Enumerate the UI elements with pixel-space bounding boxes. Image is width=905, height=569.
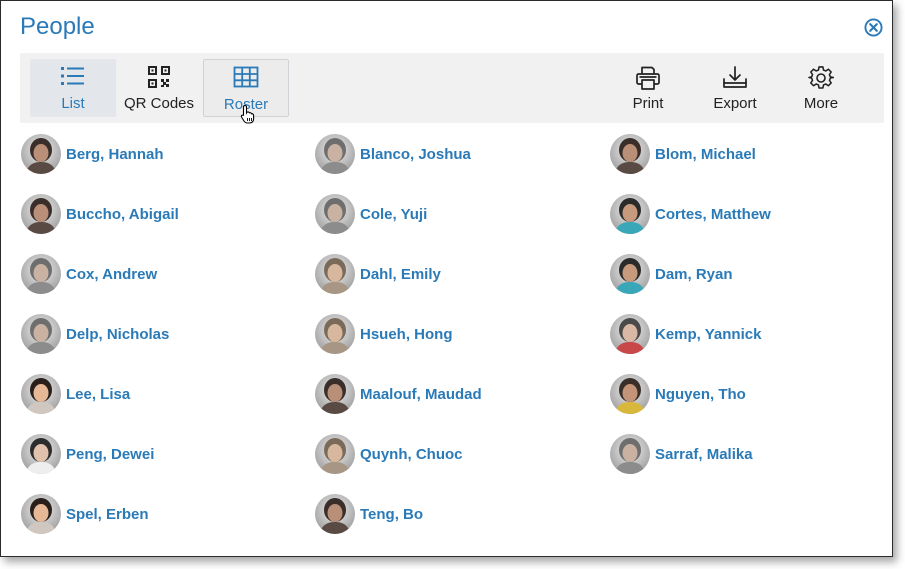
avatar[interactable] xyxy=(315,254,355,294)
avatar[interactable] xyxy=(315,434,355,474)
download-tray-icon xyxy=(723,66,747,88)
person-name-link[interactable]: Delp, Nicholas xyxy=(66,326,169,343)
export-button[interactable]: Export xyxy=(699,59,771,117)
person-name-link[interactable]: Sarraf, Malika xyxy=(655,446,753,463)
person-list-item[interactable]: Cole, Yuji xyxy=(315,194,427,234)
person-name-link[interactable]: Maalouf, Maudad xyxy=(360,386,482,403)
qr-codes-label: QR Codes xyxy=(123,95,195,112)
avatar[interactable] xyxy=(315,494,355,534)
person-name-link[interactable]: Hsueh, Hong xyxy=(360,326,453,343)
person-list-item[interactable]: Kemp, Yannick xyxy=(610,314,761,354)
avatar[interactable] xyxy=(315,194,355,234)
grid-table-icon xyxy=(233,66,259,88)
person-list-item[interactable]: Spel, Erben xyxy=(21,494,149,534)
avatar[interactable] xyxy=(21,314,61,354)
avatar[interactable] xyxy=(21,134,61,174)
person-list-item[interactable]: Blanco, Joshua xyxy=(315,134,471,174)
qr-code-icon xyxy=(148,66,170,88)
list-view-button[interactable]: List xyxy=(30,59,116,117)
person-list-item[interactable]: Buccho, Abigail xyxy=(21,194,179,234)
person-list-item[interactable]: Sarraf, Malika xyxy=(610,434,753,474)
print-button[interactable]: Print xyxy=(612,59,684,117)
toolbar: List QR Codes Roster Print Export More xyxy=(20,53,884,123)
person-list-item[interactable]: Hsueh, Hong xyxy=(315,314,453,354)
person-list-item[interactable]: Blom, Michael xyxy=(610,134,756,174)
qr-codes-button[interactable]: QR Codes xyxy=(120,59,198,117)
avatar[interactable] xyxy=(21,494,61,534)
gear-icon xyxy=(808,66,834,89)
avatar[interactable] xyxy=(315,314,355,354)
person-name-link[interactable]: Spel, Erben xyxy=(66,506,149,523)
printer-icon xyxy=(636,66,660,90)
person-list-item[interactable]: Dahl, Emily xyxy=(315,254,441,294)
avatar[interactable] xyxy=(21,374,61,414)
person-name-link[interactable]: Cortes, Matthew xyxy=(655,206,771,223)
avatar[interactable] xyxy=(610,434,650,474)
avatar[interactable] xyxy=(610,194,650,234)
print-label: Print xyxy=(632,95,664,112)
person-list-item[interactable]: Peng, Dewei xyxy=(21,434,154,474)
person-name-link[interactable]: Blom, Michael xyxy=(655,146,756,163)
person-list-item[interactable]: Delp, Nicholas xyxy=(21,314,169,354)
avatar[interactable] xyxy=(610,314,650,354)
person-list-item[interactable]: Lee, Lisa xyxy=(21,374,130,414)
avatar[interactable] xyxy=(610,254,650,294)
list-icon xyxy=(61,67,84,85)
person-list-item[interactable]: Maalouf, Maudad xyxy=(315,374,482,414)
person-list-item[interactable]: Dam, Ryan xyxy=(610,254,733,294)
avatar[interactable] xyxy=(610,374,650,414)
avatar[interactable] xyxy=(315,134,355,174)
person-name-link[interactable]: Lee, Lisa xyxy=(66,386,130,403)
person-name-link[interactable]: Berg, Hannah xyxy=(66,146,164,163)
page-title: People xyxy=(20,13,95,40)
person-name-link[interactable]: Kemp, Yannick xyxy=(655,326,761,343)
avatar[interactable] xyxy=(21,194,61,234)
list-label: List xyxy=(61,95,85,112)
person-list-item[interactable]: Teng, Bo xyxy=(315,494,423,534)
person-name-link[interactable]: Nguyen, Tho xyxy=(655,386,746,403)
hand-pointer-icon xyxy=(240,104,255,124)
more-label: More xyxy=(803,95,839,112)
person-name-link[interactable]: Buccho, Abigail xyxy=(66,206,179,223)
avatar[interactable] xyxy=(21,254,61,294)
person-name-link[interactable]: Quynh, Chuoc xyxy=(360,446,463,463)
person-list-item[interactable]: Quynh, Chuoc xyxy=(315,434,463,474)
person-list-item[interactable]: Cox, Andrew xyxy=(21,254,157,294)
person-name-link[interactable]: Teng, Bo xyxy=(360,506,423,523)
people-window: People List QR Codes Roster Print Export… xyxy=(0,0,893,557)
person-list-item[interactable]: Cortes, Matthew xyxy=(610,194,771,234)
person-name-link[interactable]: Cole, Yuji xyxy=(360,206,427,223)
avatar[interactable] xyxy=(315,374,355,414)
more-button[interactable]: More xyxy=(785,59,857,117)
person-name-link[interactable]: Cox, Andrew xyxy=(66,266,157,283)
person-list-item[interactable]: Nguyen, Tho xyxy=(610,374,746,414)
avatar[interactable] xyxy=(610,134,650,174)
person-list-item[interactable]: Berg, Hannah xyxy=(21,134,164,174)
export-label: Export xyxy=(713,95,757,112)
close-icon[interactable] xyxy=(864,18,883,37)
person-name-link[interactable]: Blanco, Joshua xyxy=(360,146,471,163)
person-name-link[interactable]: Peng, Dewei xyxy=(66,446,154,463)
person-name-link[interactable]: Dahl, Emily xyxy=(360,266,441,283)
person-name-link[interactable]: Dam, Ryan xyxy=(655,266,733,283)
avatar[interactable] xyxy=(21,434,61,474)
